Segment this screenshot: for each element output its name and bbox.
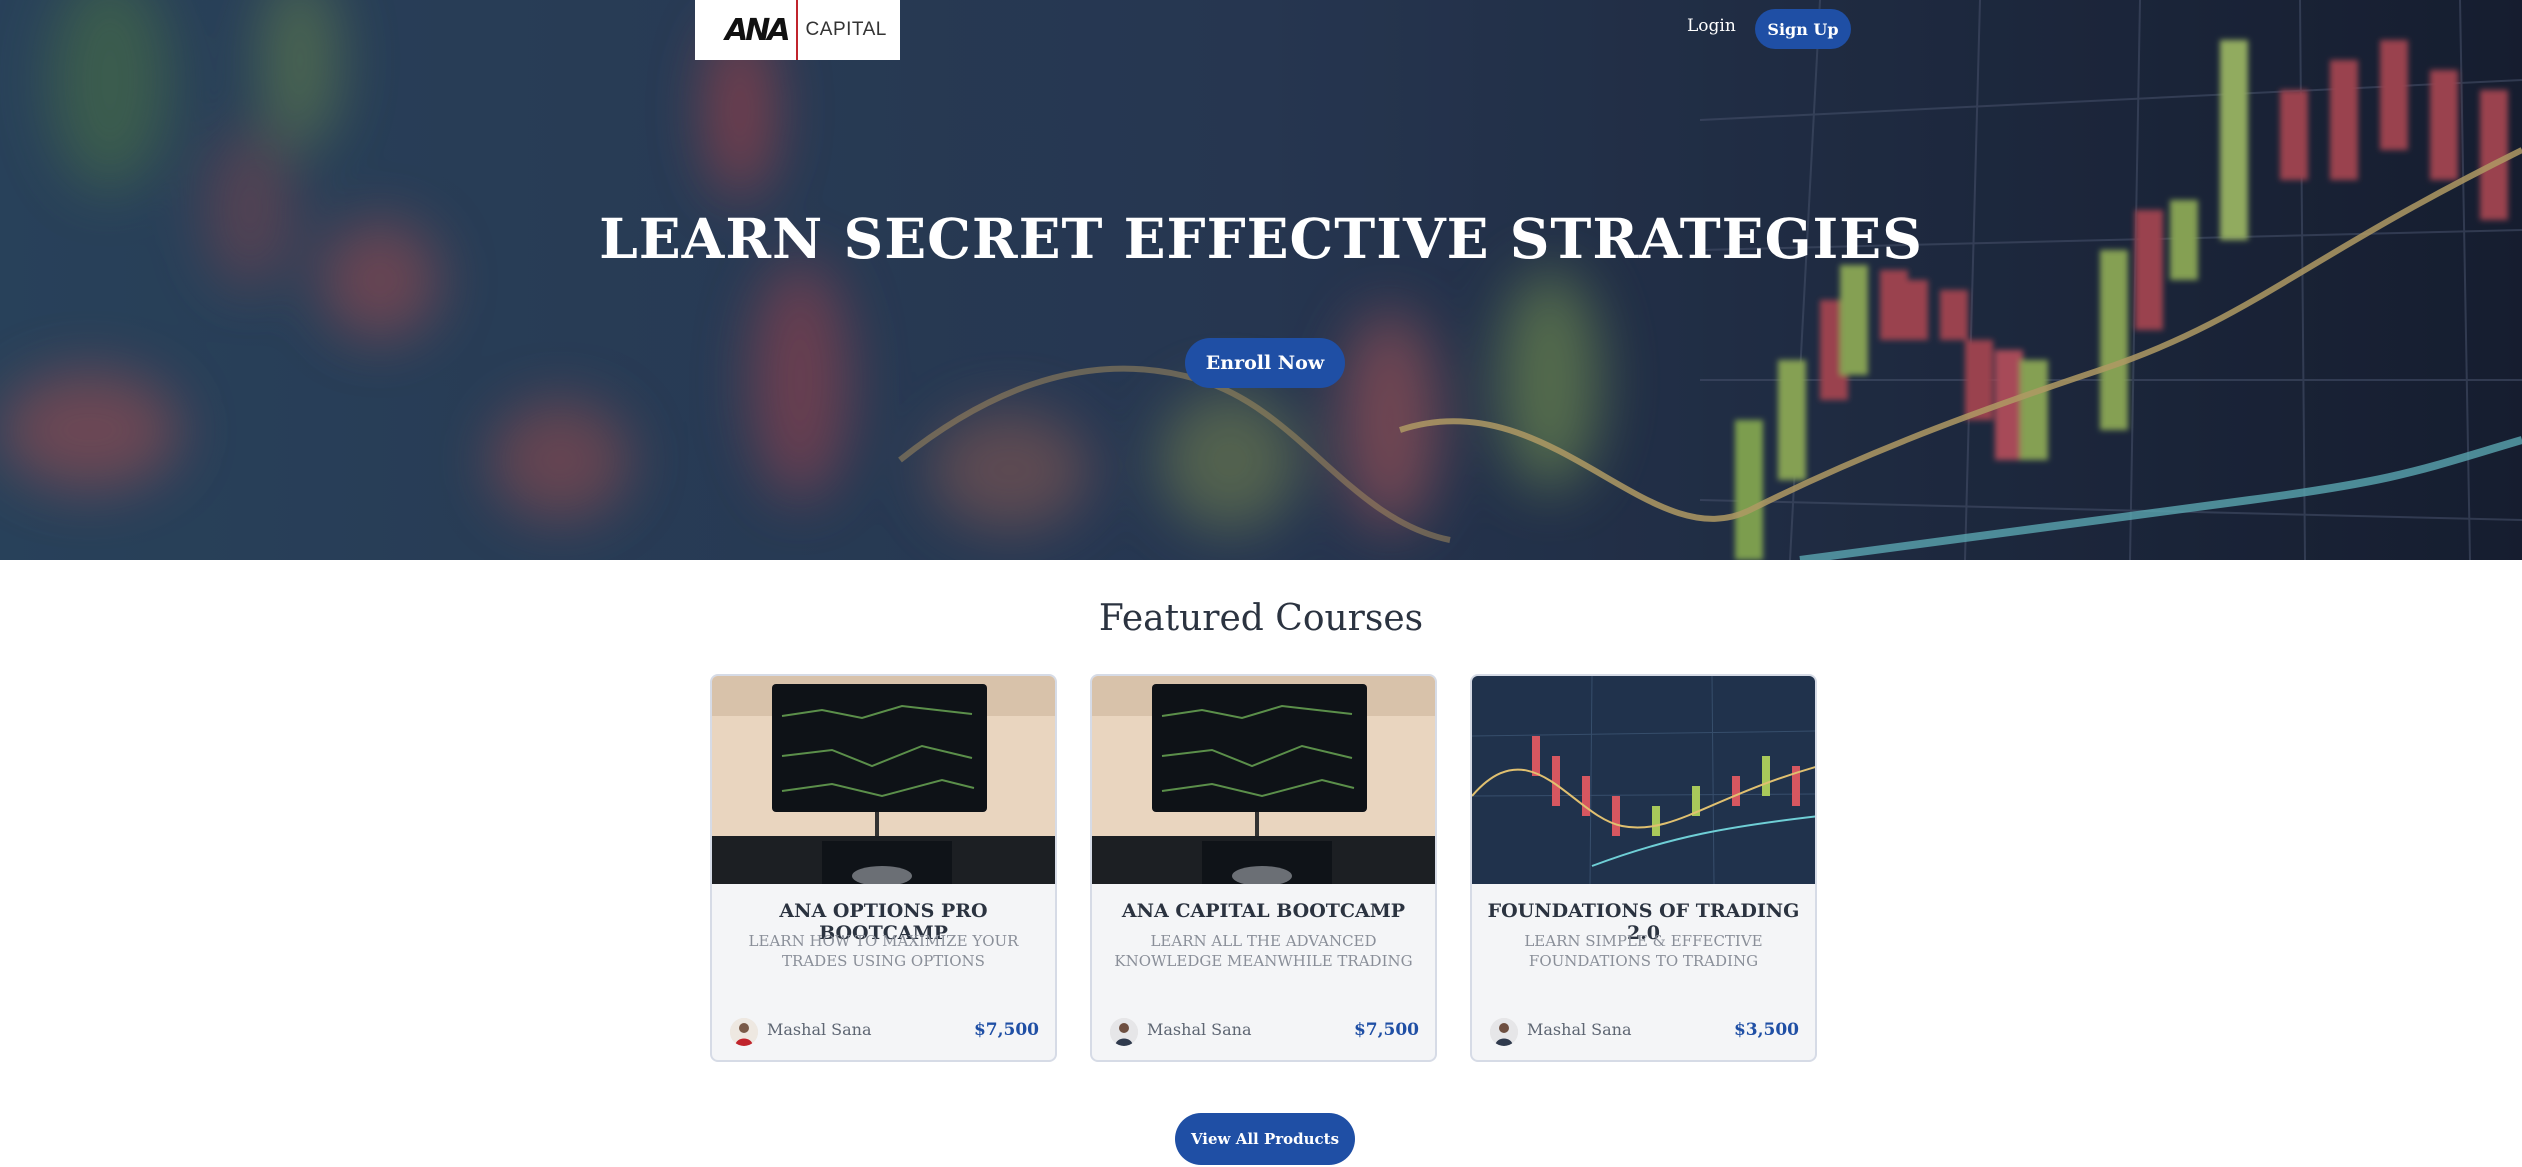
course-author: Mashal Sana: [1527, 1020, 1632, 1039]
signup-button[interactable]: Sign Up: [1755, 9, 1851, 49]
author-avatar: [1110, 1018, 1138, 1046]
course-image: [1092, 676, 1435, 884]
course-author: Mashal Sana: [1147, 1020, 1252, 1039]
course-image: [712, 676, 1055, 884]
course-description: LEARN SIMPLE & EFFECTIVE FOUNDATIONS TO …: [1524, 932, 1763, 970]
course-card[interactable]: FOUNDATIONS OF TRADING 2.0 LEARN SIMPLE …: [1470, 674, 1817, 1062]
stock-chart-background-image: [0, 0, 2522, 560]
logo-divider: [795, 0, 798, 60]
course-price: $7,500: [973, 1020, 1039, 1040]
enroll-now-button[interactable]: Enroll Now: [1185, 338, 1345, 388]
view-all-products-button[interactable]: View All Products: [1175, 1113, 1355, 1165]
course-title[interactable]: ANA CAPITAL BOOTCAMP: [1092, 900, 1435, 922]
logo-mark: ANA: [725, 12, 791, 48]
author-avatar: [1490, 1018, 1518, 1046]
course-card[interactable]: ANA OPTIONS PRO BOOTCAMP LEARN HOW TO MA…: [710, 674, 1057, 1062]
course-description: LEARN HOW TO MAXIMIZE YOUR TRADES USING …: [748, 932, 1019, 970]
author-avatar: [730, 1018, 758, 1046]
course-price: $7,500: [1353, 1020, 1419, 1040]
hero-title: LEARN SECRET EFFECTIVE STRATEGIES: [599, 206, 1923, 271]
hero-banner: ANA CAPITAL Login Sign Up LEARN SECRET E…: [0, 0, 2522, 560]
logo-text: CAPITAL: [805, 19, 887, 40]
course-author: Mashal Sana: [767, 1020, 872, 1039]
featured-courses-title: Featured Courses: [1098, 598, 1424, 639]
course-price: $3,500: [1733, 1020, 1799, 1040]
course-description: LEARN ALL THE ADVANCED KNOWLEDGE MEANWHI…: [1114, 932, 1413, 970]
course-image: [1472, 676, 1815, 884]
course-card[interactable]: ANA CAPITAL BOOTCAMP LEARN ALL THE ADVAN…: [1090, 674, 1437, 1062]
logo[interactable]: ANA CAPITAL: [695, 0, 900, 60]
login-link[interactable]: Login: [1687, 16, 1736, 36]
